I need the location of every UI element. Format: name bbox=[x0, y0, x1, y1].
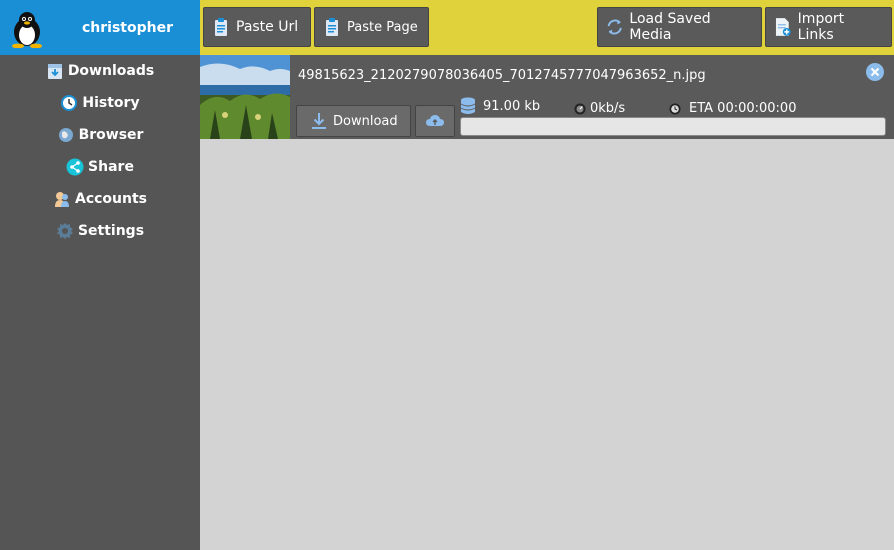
sidebar-item-downloads[interactable]: Downloads bbox=[0, 57, 200, 85]
sidebar-item-history[interactable]: History bbox=[0, 89, 200, 117]
sidebar-item-label: Accounts bbox=[74, 191, 147, 207]
close-icon bbox=[870, 67, 880, 77]
sidebar: christopher Downloads History Browser Sh… bbox=[0, 0, 200, 550]
downloads-box-icon bbox=[47, 64, 62, 79]
file-size: 91.00 kb bbox=[460, 97, 540, 115]
sidebar-item-label: Settings bbox=[77, 223, 145, 239]
import-links-label: Import Links bbox=[797, 11, 845, 43]
cloud-upload-button[interactable] bbox=[415, 105, 455, 137]
sidebar-item-label: Downloads bbox=[67, 63, 155, 79]
paste-page-button[interactable]: Paste Page bbox=[314, 7, 429, 47]
close-button[interactable] bbox=[866, 63, 884, 81]
clock-icon bbox=[61, 95, 78, 111]
sidebar-item-label: History bbox=[82, 95, 140, 111]
refresh-icon bbox=[607, 19, 622, 35]
tux-avatar-icon bbox=[12, 12, 42, 48]
speedometer-icon bbox=[574, 103, 586, 114]
share-icon bbox=[66, 158, 84, 176]
user-icon bbox=[54, 192, 69, 207]
eta-value: ETA 00:00:00:00 bbox=[689, 101, 797, 116]
globe-icon bbox=[58, 128, 73, 142]
sidebar-item-settings[interactable]: Settings bbox=[0, 217, 200, 245]
import-document-icon bbox=[775, 18, 791, 36]
download-label: Download bbox=[333, 113, 398, 129]
load-saved-media-label: Load Saved Media bbox=[629, 11, 711, 43]
clipboard-icon bbox=[215, 18, 227, 36]
toolbar: Paste Url Paste Page Load Saved Media Im… bbox=[200, 0, 894, 55]
speed-value: 0kb/s bbox=[590, 101, 626, 116]
download-item: 49815623_2120279078036405_70127457770479… bbox=[200, 55, 894, 139]
gear-icon bbox=[56, 223, 73, 239]
cloud-icon bbox=[426, 115, 444, 126]
sidebar-item-share[interactable]: Share bbox=[0, 153, 200, 181]
download-speed: 0kb/s bbox=[574, 101, 625, 116]
load-saved-media-button[interactable]: Load Saved Media bbox=[597, 7, 762, 47]
content-area bbox=[200, 139, 894, 550]
download-arrow-icon bbox=[312, 113, 326, 129]
clipboard-icon bbox=[326, 18, 338, 36]
paste-page-label: Paste Page bbox=[347, 19, 418, 35]
timer-icon bbox=[669, 103, 681, 114]
username: christopher bbox=[82, 20, 173, 36]
sidebar-item-label: Share bbox=[88, 159, 134, 175]
database-icon bbox=[460, 97, 476, 114]
paste-url-label: Paste Url bbox=[236, 19, 299, 35]
file-size-value: 91.00 kb bbox=[483, 98, 541, 114]
sidebar-item-browser[interactable]: Browser bbox=[0, 121, 200, 149]
sidebar-item-label: Browser bbox=[78, 127, 144, 143]
file-name: 49815623_2120279078036405_70127457770479… bbox=[298, 68, 706, 83]
download-button[interactable]: Download bbox=[296, 105, 411, 137]
sidebar-item-accounts[interactable]: Accounts bbox=[0, 185, 200, 213]
download-eta: ETA 00:00:00:00 bbox=[669, 101, 796, 116]
paste-url-button[interactable]: Paste Url bbox=[203, 7, 311, 47]
progress-bar bbox=[460, 117, 886, 136]
import-links-button[interactable]: Import Links bbox=[765, 7, 892, 47]
media-thumbnail[interactable] bbox=[200, 55, 290, 139]
user-header: christopher bbox=[0, 0, 200, 55]
